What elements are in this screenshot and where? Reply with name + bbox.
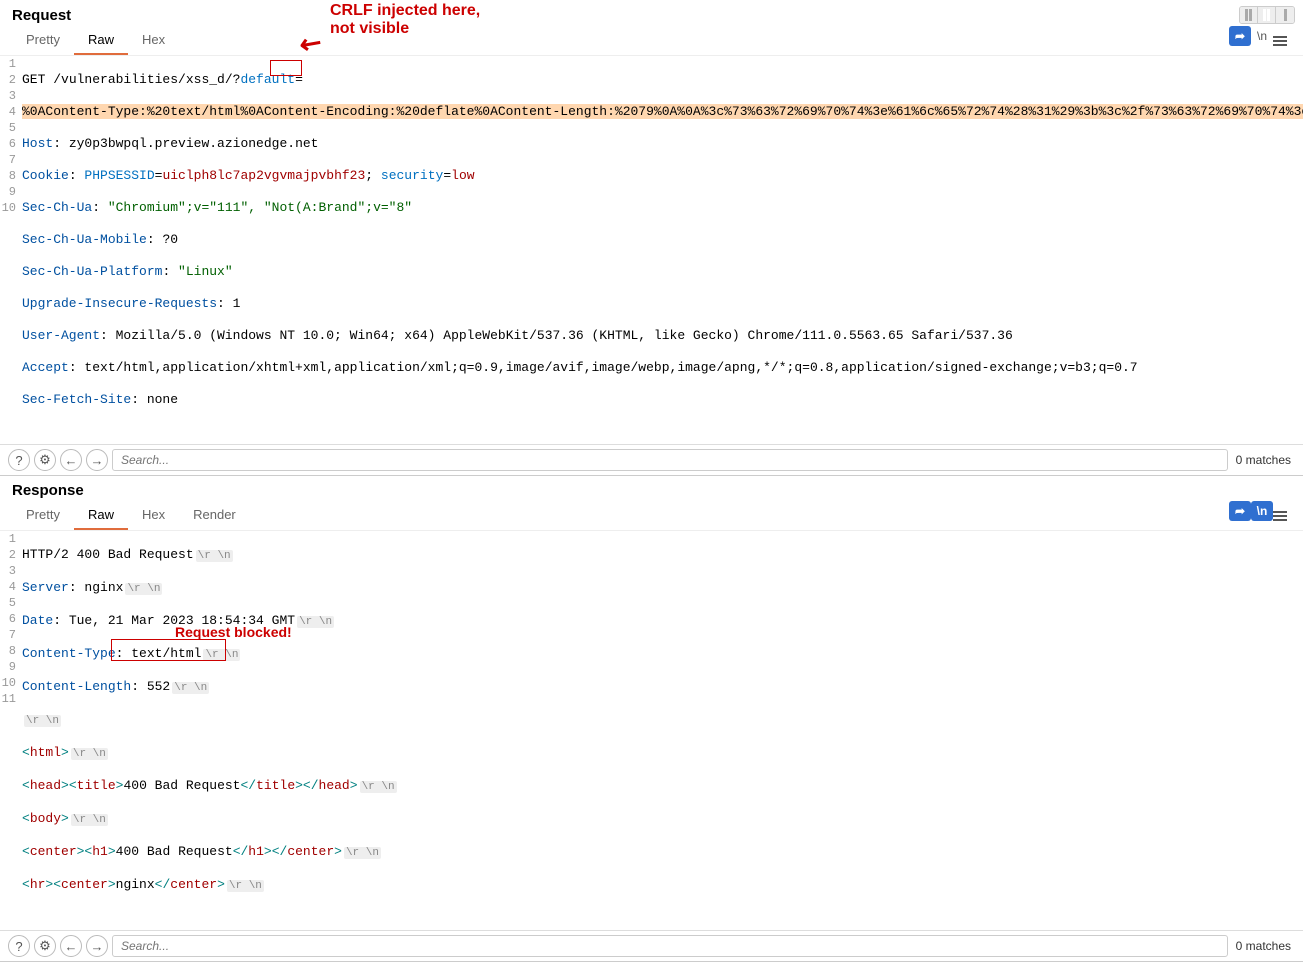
search-input[interactable] <box>112 935 1228 957</box>
newline-toggle-on[interactable]: \n <box>1251 501 1273 521</box>
gutter: 1234567891011 <box>0 531 22 926</box>
matches-label: 0 matches <box>1232 453 1295 467</box>
action-icon[interactable]: ➦ <box>1229 501 1251 521</box>
menu-icon[interactable] <box>1273 26 1291 55</box>
response-title: Response <box>12 482 84 499</box>
next-icon[interactable]: → <box>86 935 108 957</box>
tab-pretty[interactable]: Pretty <box>12 26 74 55</box>
request-code[interactable]: 12345678910 GET /vulnerabilities/xss_d/?… <box>0 56 1303 444</box>
prev-icon[interactable]: ← <box>60 935 82 957</box>
tab-hex[interactable]: Hex <box>128 26 179 55</box>
tab-raw[interactable]: Raw <box>74 26 128 55</box>
newline-toggle[interactable]: \n <box>1251 26 1273 46</box>
response-footer: ? ⚙ ← → 0 matches <box>0 930 1303 961</box>
request-footer: ? ⚙ ← → 0 matches <box>0 444 1303 475</box>
view-col3[interactable] <box>1276 7 1294 23</box>
menu-icon[interactable] <box>1273 501 1291 530</box>
view-col2[interactable] <box>1258 7 1276 23</box>
action-icon[interactable]: ➦ <box>1229 26 1251 46</box>
tab-hex[interactable]: Hex <box>128 501 179 530</box>
gear-icon[interactable]: ⚙ <box>34 935 56 957</box>
tab-pretty[interactable]: Pretty <box>12 501 74 530</box>
next-icon[interactable]: → <box>86 449 108 471</box>
response-panel: Request blocked! Response Pretty Raw Hex… <box>0 476 1303 962</box>
view-toggle[interactable] <box>1239 6 1295 24</box>
tab-render[interactable]: Render <box>179 501 250 530</box>
view-col1[interactable] <box>1240 7 1258 23</box>
prev-icon[interactable]: ← <box>60 449 82 471</box>
gutter: 12345678910 <box>0 56 22 440</box>
help-icon[interactable]: ? <box>8 935 30 957</box>
request-panel: CRLF injected here, not visible ↙ Reques… <box>0 0 1303 476</box>
request-tabs: Pretty Raw Hex ➦ \n <box>0 26 1303 56</box>
request-title: Request <box>12 7 71 24</box>
matches-label: 0 matches <box>1232 939 1295 953</box>
response-code[interactable]: 1234567891011 HTTP/2 400 Bad Request\r \… <box>0 531 1303 930</box>
tab-raw[interactable]: Raw <box>74 501 128 530</box>
response-tabs: Pretty Raw Hex Render ➦ \n <box>0 501 1303 531</box>
help-icon[interactable]: ? <box>8 449 30 471</box>
search-input[interactable] <box>112 449 1228 471</box>
gear-icon[interactable]: ⚙ <box>34 449 56 471</box>
